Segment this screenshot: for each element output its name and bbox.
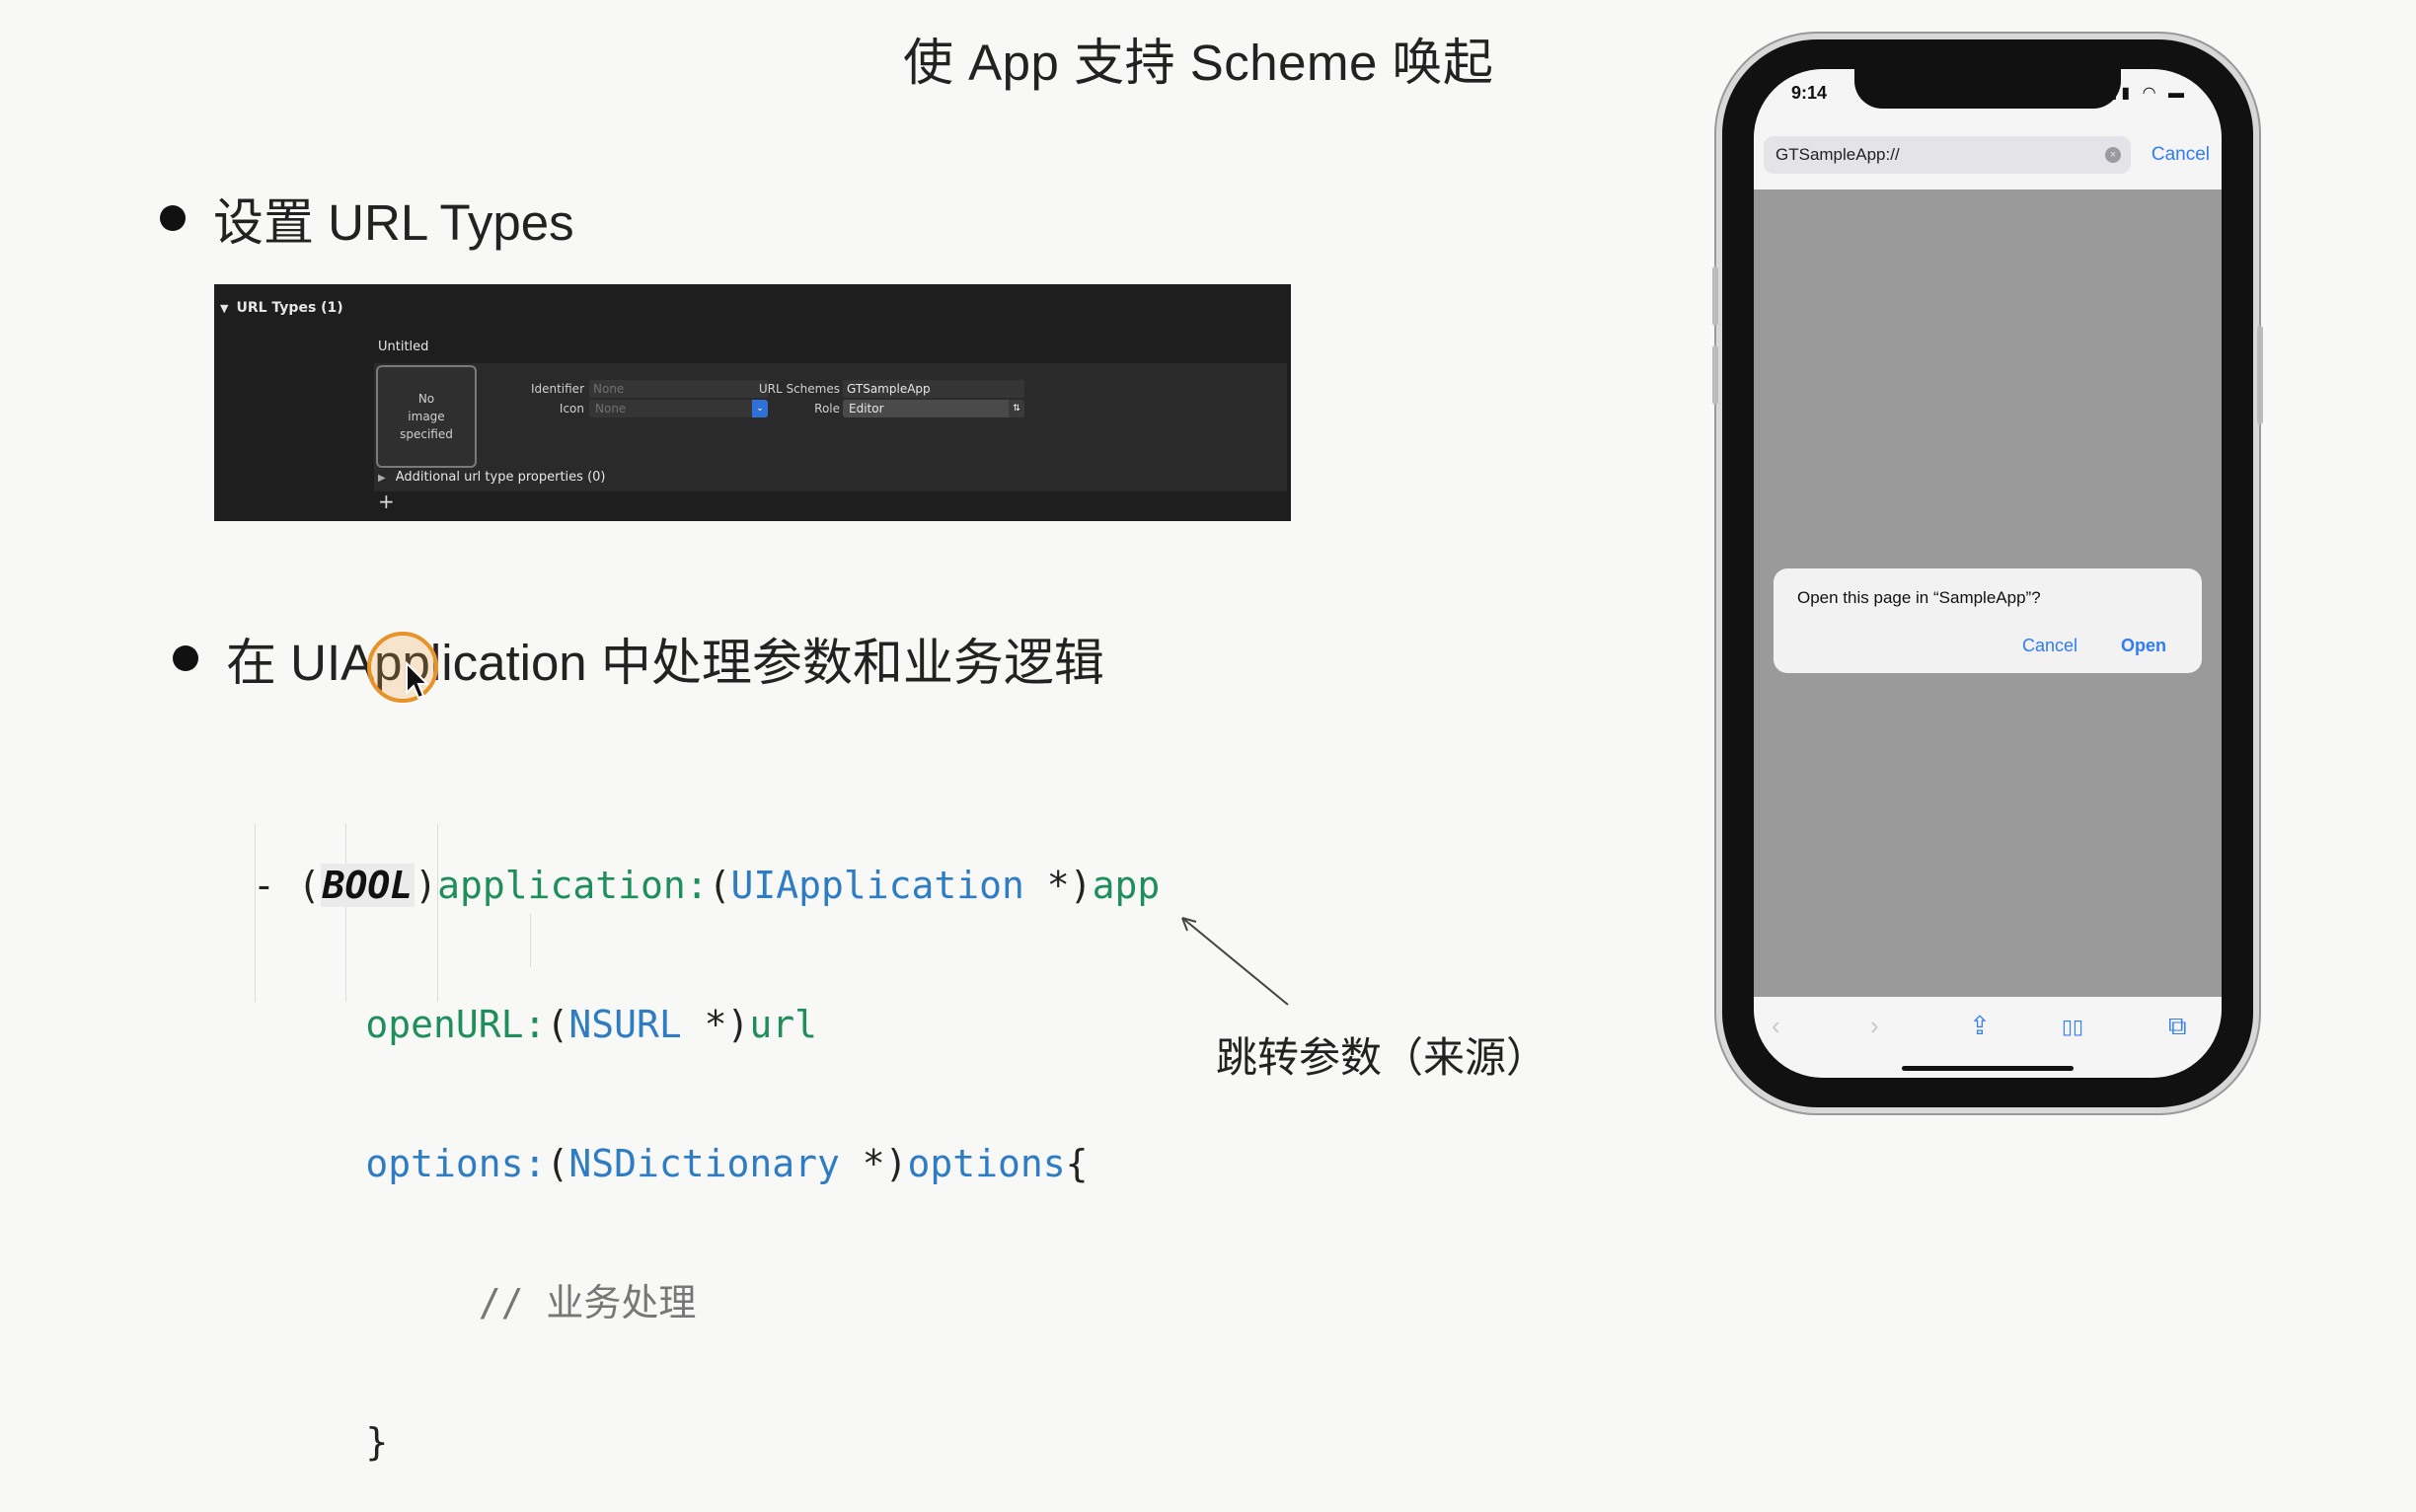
code-token-param: app <box>1092 864 1161 907</box>
no-image-text-3: specified <box>400 427 453 441</box>
alert-message: Open this page in “SampleApp”? <box>1797 588 2041 607</box>
code-token-selector: openURL: <box>365 1003 547 1046</box>
disclosure-triangle-icon: ▶ <box>378 473 386 484</box>
open-app-alert: Open this page in “SampleApp”? Cancel Op… <box>1774 568 2202 673</box>
share-icon[interactable]: ⇪ <box>1969 1011 1991 1041</box>
code-line-3: options:(NSDictionary *)options{ <box>253 1141 1160 1187</box>
disclosure-triangle-icon: ▼ <box>220 302 229 315</box>
no-image-well[interactable]: No image specified <box>376 365 477 468</box>
code-token-bool: BOOL <box>320 864 415 907</box>
home-indicator <box>1902 1066 2074 1071</box>
alert-open-button[interactable]: Open <box>2121 636 2166 656</box>
bullet-dot <box>160 205 186 231</box>
slide-title: 使 App 支持 Scheme 唤起 <box>903 35 1494 91</box>
code-token: ( <box>546 1003 569 1046</box>
code-token: *) <box>839 1142 908 1185</box>
clear-icon[interactable]: × <box>2105 147 2121 163</box>
bullet-text: 设置 URL Types <box>213 194 574 251</box>
bullet-uiapplication: 在 UIApplication 中处理参数和业务逻辑 <box>173 622 1104 695</box>
code-token: ( <box>297 864 321 907</box>
code-token: *) <box>681 1003 750 1046</box>
code-token-type: NSURL <box>568 1003 682 1046</box>
forward-icon[interactable]: › <box>1870 1011 1879 1041</box>
code-line-5: } <box>253 1419 1160 1466</box>
url-schemes-label: URL Schemes <box>758 382 840 396</box>
url-types-header: URL Types (1) <box>236 300 343 316</box>
code-token: ( <box>708 864 731 907</box>
popup-stepper-icon: ⇅ <box>1009 400 1024 417</box>
notch <box>1854 69 2121 109</box>
code-token: - <box>253 864 298 907</box>
power-button <box>2257 326 2263 424</box>
annotation-label: 跳转参数（来源） <box>1216 1034 1548 1081</box>
tabs-icon[interactable]: ⧉ <box>2168 1011 2187 1042</box>
code-token: *) <box>1023 864 1093 907</box>
code-token-param: url <box>749 1003 817 1046</box>
icon-label: Icon <box>559 402 584 416</box>
volume-button <box>1712 266 1718 326</box>
code-token: ( <box>546 1142 569 1185</box>
safari-address-area: GTSampleApp:// × Cancel <box>1754 128 2222 189</box>
volume-button <box>1712 345 1718 405</box>
xcode-url-types-panel: ▼ URL Types (1) Untitled No image specifi… <box>214 284 1291 521</box>
add-url-type-button[interactable]: + <box>378 490 395 513</box>
code-block: - (BOOL)application:(UIApplication *)app… <box>253 770 1160 1512</box>
code-token: } <box>365 1420 389 1464</box>
code-token-type: NSDictionary <box>568 1142 840 1185</box>
address-bar[interactable]: GTSampleApp:// × <box>1764 136 2131 174</box>
url-type-name: Untitled <box>378 340 429 354</box>
url-types-disclosure[interactable]: ▼ URL Types (1) <box>220 300 343 316</box>
code-token: ) <box>415 864 438 907</box>
phone-screen: 9:14 ▮▮▮ ◠ ▬ GTSampleApp:// × Cancel Ope… <box>1754 69 2222 1078</box>
additional-properties-disclosure[interactable]: ▶ Additional url type properties (0) <box>378 470 605 485</box>
additional-properties-label: Additional url type properties (0) <box>395 470 606 485</box>
iphone-mockup: 9:14 ▮▮▮ ◠ ▬ GTSampleApp:// × Cancel Ope… <box>1712 39 2263 1107</box>
mouse-pointer-icon <box>406 661 430 700</box>
role-popup[interactable]: Editor ⇅ <box>843 400 1024 417</box>
code-token-selector: application: <box>437 864 709 907</box>
alert-cancel-button[interactable]: Cancel <box>2022 636 2077 656</box>
code-token-selector: options: <box>365 1142 547 1185</box>
bookmarks-icon[interactable]: ▯▯ <box>2062 1015 2083 1039</box>
no-image-text-2: image <box>408 410 445 423</box>
code-token-param: options <box>907 1142 1066 1185</box>
back-icon[interactable]: ‹ <box>1772 1011 1780 1041</box>
status-time: 9:14 <box>1791 83 1828 103</box>
no-image-text-1: No <box>417 392 435 406</box>
code-line-1: - (BOOL)application:(UIApplication *)app <box>253 863 1160 909</box>
role-label: Role <box>814 402 840 416</box>
address-text: GTSampleApp:// <box>1775 145 1900 164</box>
icon-popup-value: None <box>595 402 627 416</box>
code-line-4: // 业务处理 <box>253 1280 1160 1326</box>
bullet-text: 在 UIApplication 中处理参数和业务逻辑 <box>226 635 1104 691</box>
bullet-dot <box>173 645 198 671</box>
code-line-2: openURL:(NSURL *)url <box>253 1002 1160 1048</box>
role-popup-value: Editor <box>849 402 884 416</box>
bullet-url-types: 设置 URL Types <box>160 182 574 255</box>
url-schemes-field[interactable]: GTSampleApp <box>843 380 1024 398</box>
address-cancel-button[interactable]: Cancel <box>2152 144 2210 166</box>
code-token: { <box>1065 1142 1089 1185</box>
code-token-type: UIApplication <box>730 864 1024 907</box>
code-comment: // 业务处理 <box>478 1281 697 1324</box>
identifier-label: Identifier <box>530 382 584 396</box>
